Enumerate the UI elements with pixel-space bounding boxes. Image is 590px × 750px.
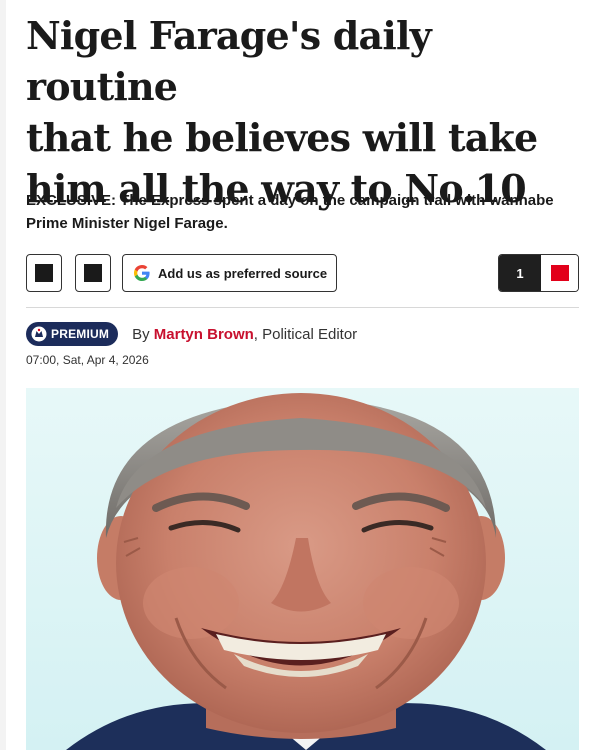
- hero-photo: [66, 393, 546, 750]
- share-square-icon: [35, 264, 53, 282]
- share-button-2[interactable]: [75, 254, 111, 292]
- article-standfirst: EXCLUSIVE: The Express spent a day on th…: [26, 189, 571, 235]
- exclusive-label: EXCLUSIVE:: [26, 192, 117, 209]
- share-square-icon: [84, 264, 102, 282]
- preferred-source-button[interactable]: Add us as preferred source: [122, 254, 337, 292]
- publish-timestamp: 07:00, Sat, Apr 4, 2026: [26, 353, 149, 367]
- premium-label: PREMIUM: [51, 327, 110, 341]
- comments-button[interactable]: 1: [498, 254, 579, 292]
- author-role: , Political Editor: [253, 325, 358, 343]
- preferred-source-label: Add us as preferred source: [158, 265, 328, 281]
- comment-count: 1: [499, 255, 541, 291]
- byline: By Martyn Brown, Political Editor: [132, 326, 357, 343]
- comment-bubble-icon: [550, 265, 569, 281]
- premium-crest-icon: [31, 326, 47, 342]
- page-edge: [0, 0, 6, 750]
- headline-line: that he believes will take: [26, 115, 538, 160]
- article-headline: Nigel Farage's daily routine that he bel…: [26, 10, 571, 214]
- google-g-icon: [134, 265, 150, 281]
- premium-badge[interactable]: PREMIUM: [26, 322, 119, 346]
- author-link[interactable]: Martyn Brown: [154, 326, 254, 343]
- by-prefix: By: [132, 325, 154, 343]
- share-button-1[interactable]: [26, 254, 62, 292]
- divider: [26, 307, 579, 308]
- hero-image: [26, 388, 579, 750]
- byline-row: PREMIUM By Martyn Brown, Political Edito…: [26, 322, 579, 346]
- headline-line: Nigel Farage's daily routine: [26, 13, 432, 109]
- share-bar: Add us as preferred source 1: [26, 254, 579, 292]
